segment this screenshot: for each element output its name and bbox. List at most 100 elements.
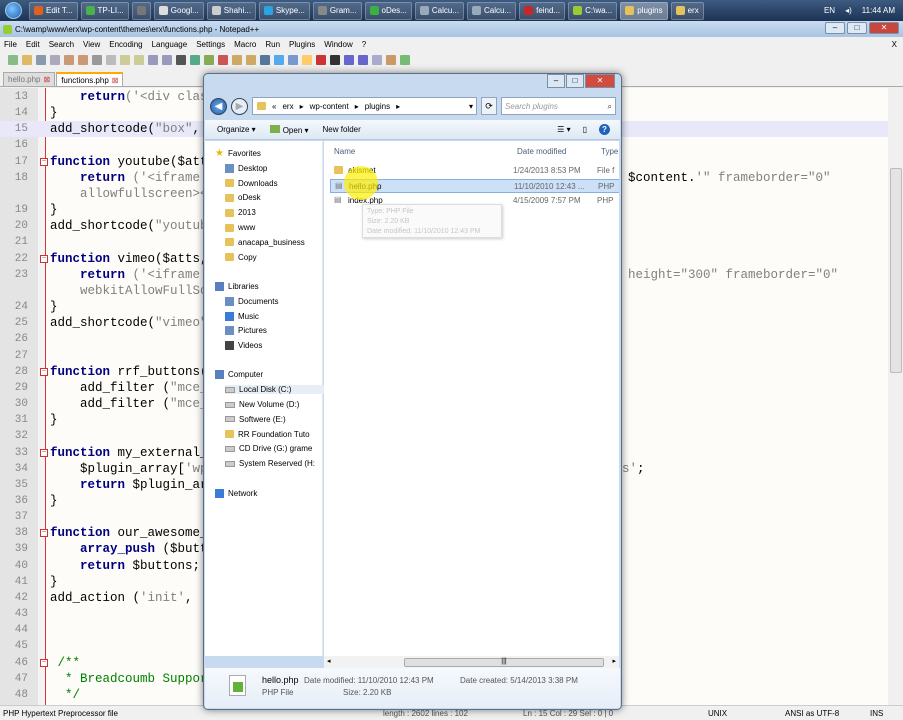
taskbar-item[interactable]: Edit T... [29,1,78,20]
toolbar-button-icon[interactable] [246,54,256,65]
nav-item-pictures[interactable]: Pictures [225,326,267,336]
toolbar-button-icon[interactable] [232,54,242,65]
nav-item-2013[interactable]: 2013 [225,208,256,217]
nav-item-videos[interactable]: Videos [225,341,262,351]
scrollbar-thumb[interactable] [890,168,902,373]
toolbar-button-icon[interactable] [316,54,326,65]
fold-toggle-icon[interactable]: − [40,448,48,457]
menu-edit[interactable]: Edit [26,40,40,49]
nav-item-copy[interactable]: Copy [225,253,257,262]
taskbar-item[interactable]: Googl... [153,1,204,20]
taskbar-item[interactable]: C:\wa... [568,1,618,20]
breadcrumb-plugins[interactable]: plugins [365,102,390,111]
toolbar-button-icon[interactable] [176,54,186,65]
nav-item-libraries[interactable]: Libraries [215,281,259,291]
menu-encoding[interactable]: Encoding [109,40,142,49]
explorer-close-button[interactable]: ✕ [585,74,615,88]
toolbar-button-icon[interactable] [274,54,284,65]
toolbar-button-icon[interactable] [344,54,354,65]
address-bar[interactable]: « erx ▸ wp-content ▸ plugins ▸ ▾ [252,97,477,115]
taskbar-item[interactable]: Gram... [312,1,362,20]
menu-[interactable]: ? [362,40,366,49]
menu-plugins[interactable]: Plugins [289,40,315,49]
toolbar-button-icon[interactable] [358,54,368,65]
toolbar-button-icon[interactable] [64,54,74,65]
toolbar-button-icon[interactable] [162,54,172,65]
menu-macro[interactable]: Macro [234,40,256,49]
toolbar-button-icon[interactable] [190,54,200,65]
toolbar-button-icon[interactable] [386,54,396,65]
nav-item-anacapa-business[interactable]: anacapa_business [225,238,305,247]
column-name[interactable]: Name [334,147,355,156]
close-button[interactable]: ✕ [869,22,899,34]
organize-button[interactable]: Organize ▾ [217,125,256,134]
maximize-button[interactable]: □ [847,22,867,34]
fold-toggle-icon[interactable]: − [40,157,48,166]
nav-item-odesk[interactable]: oDesk [225,193,261,202]
column-date-modified[interactable]: Date modified [517,147,566,156]
toolbar-button-icon[interactable] [22,54,32,65]
toolbar-button-icon[interactable] [134,54,144,65]
toolbar-button-icon[interactable] [106,54,116,65]
toolbar-button-icon[interactable] [92,54,102,65]
nav-item-system-reserved-h-[interactable]: System Reserved (H: [225,459,315,468]
menu-settings[interactable]: Settings [196,40,225,49]
tab-hello-php[interactable]: hello.php ⊠ [3,72,56,86]
vertical-scrollbar[interactable] [888,88,903,705]
horizontal-scrollbar[interactable]: ◂ ||| ▸ [324,656,619,668]
language-indicator[interactable]: EN [824,6,835,15]
scroll-left-arrow[interactable]: ◂ [327,657,331,665]
view-options-icon[interactable]: ☰ ▾ [557,125,570,134]
fold-toggle-icon[interactable]: − [40,529,48,538]
close-document-button[interactable]: X [892,40,903,49]
taskbar-item[interactable]: oDes... [364,1,412,20]
nav-item-documents[interactable]: Documents [225,296,278,306]
taskbar-item[interactable]: Skype... [258,1,310,20]
forward-button[interactable]: ▶ [231,97,248,115]
menu-run[interactable]: Run [265,40,280,49]
scroll-right-arrow[interactable]: ▸ [612,657,616,665]
tab-close-icon[interactable]: ⊠ [43,75,50,84]
back-button[interactable]: ◀ [210,97,227,115]
toolbar-button-icon[interactable] [288,54,298,65]
search-input[interactable]: Search plugins ⌕ [501,97,616,115]
menu-language[interactable]: Language [152,40,188,49]
taskbar-item[interactable]: plugins [620,1,668,20]
taskbar-item[interactable]: TP-LI... [80,1,129,20]
column-type[interactable]: Type [601,147,618,156]
toolbar-button-icon[interactable] [120,54,130,65]
fold-toggle-icon[interactable]: − [40,254,48,263]
taskbar-item[interactable] [131,1,151,20]
address-dropdown-icon[interactable]: ▾ [469,102,476,111]
minimize-button[interactable]: – [825,22,845,34]
toolbar-button-icon[interactable] [36,54,46,65]
nav-item-new-volume-d-[interactable]: New Volume (D:) [225,400,299,409]
new-folder-button[interactable]: New folder [323,125,361,134]
toolbar-button-icon[interactable] [302,54,312,65]
open-button[interactable]: Open ▾ [269,124,309,135]
tab-close-icon[interactable]: ⊠ [112,76,119,85]
start-button[interactable] [0,0,26,21]
toolbar-button-icon[interactable] [260,54,270,65]
fold-toggle-icon[interactable]: − [40,367,48,376]
nav-item-local-disk-c-[interactable]: Local Disk (C:) [225,385,335,395]
nav-item-desktop[interactable]: Desktop [225,163,267,173]
taskbar-item[interactable]: Calcu... [466,1,517,20]
toolbar-button-icon[interactable] [8,54,18,65]
nav-item-network[interactable]: Network [215,488,257,498]
tab-functions-php[interactable]: functions.php ⊠ [56,72,124,86]
taskbar-item[interactable]: Shahi... [206,1,256,20]
toolbar-button-icon[interactable] [148,54,158,65]
fold-toggle-icon[interactable]: − [40,658,48,667]
menu-window[interactable]: Window [324,40,352,49]
nav-item-music[interactable]: Music [225,311,259,321]
explorer-maximize-button[interactable]: □ [566,74,584,88]
taskbar-item[interactable]: feind... [519,1,566,20]
refresh-button[interactable]: ⟳ [481,97,497,115]
toolbar-button-icon[interactable] [218,54,228,65]
taskbar-item[interactable]: Calcu... [414,1,464,20]
menu-file[interactable]: File [4,40,17,49]
breadcrumb-erx[interactable]: erx [282,102,293,111]
toolbar-button-icon[interactable] [50,54,60,65]
menu-search[interactable]: Search [49,40,74,49]
